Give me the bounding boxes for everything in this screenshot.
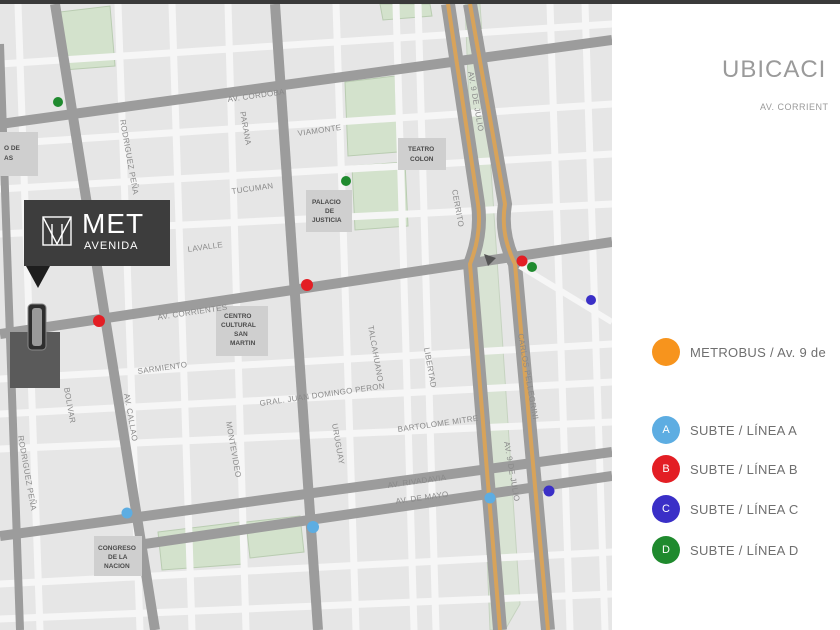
svg-text:COLON: COLON [410,156,434,163]
subte-d-badge-icon: D [652,536,680,564]
panel-title: UBICACI [722,56,827,83]
brand-subtitle: AVENIDA [84,240,139,252]
subte-a-station-saenz-pena[interactable] [307,521,319,533]
landmark-teatro-colon [398,138,446,170]
subte-b-station-carlos-pellegrini[interactable] [516,255,528,267]
subte-d-station-9-julio[interactable] [527,262,537,272]
svg-text:LAVALLE: LAVALLE [187,240,224,254]
svg-text:O DE: O DE [4,145,21,152]
subte-b-station-callao[interactable] [93,315,105,327]
subte-a-station-lima[interactable] [484,492,496,504]
location-map[interactable]: O DE AS TEATRO COLON PALACIO DE JUSTICIA… [0,4,612,630]
svg-text:PALACIO: PALACIO [312,199,341,206]
met-avenida-callout[interactable]: MET AVENIDA [24,200,170,266]
svg-text:URUGUAY: URUGUAY [330,423,346,466]
landmark-left [0,132,38,176]
svg-text:TEATRO: TEATRO [408,146,434,153]
svg-text:CERRITO: CERRITO [450,189,465,228]
legend-label: SUBTE / LÍNEA D [690,542,799,558]
svg-text:AS: AS [4,155,14,162]
legend-label: METROBUS / Av. 9 de [690,344,826,360]
subte-d-station-tribunales[interactable] [341,176,351,186]
subte-c-station-avenida-de-mayo[interactable] [543,485,555,497]
svg-text:CULTURAL: CULTURAL [221,322,256,329]
svg-text:CENTRO: CENTRO [224,313,251,320]
park-north [379,4,433,21]
svg-text:NACION: NACION [104,563,130,570]
legend-item-metrobus: METROBUS / Av. 9 de [652,338,826,366]
met-monogram-icon [42,216,72,246]
legend-item-subte-b: B SUBTE / LÍNEA B [652,455,798,483]
svg-text:JUSTICIA: JUSTICIA [312,217,342,224]
subte-b-station-uruguay[interactable] [301,279,313,291]
legend-item-subte-a: A SUBTE / LÍNEA A [652,416,797,444]
legend-label: SUBTE / LÍNEA C [690,501,799,517]
map-canvas: O DE AS TEATRO COLON PALACIO DE JUSTICIA… [0,4,612,630]
subte-c-station-diagonal[interactable] [586,295,596,305]
subte-a-station-congreso[interactable] [121,507,133,519]
subte-a-badge-icon: A [652,416,680,444]
svg-text:CONGRESO: CONGRESO [98,545,136,552]
legend-label: SUBTE / LÍNEA B [690,461,798,477]
svg-text:TUCUMAN: TUCUMAN [231,181,274,196]
svg-text:DE LA: DE LA [108,554,128,561]
metrobus-badge-icon [652,338,680,366]
subte-c-badge-icon: C [652,495,680,523]
brand-name: MET [82,208,145,239]
info-panel: UBICACI AV. CORRIENT METROBUS / Av. 9 de… [612,4,840,630]
subte-b-badge-icon: B [652,455,680,483]
svg-text:BOLIVAR: BOLIVAR [62,387,77,424]
legend-item-subte-d: D SUBTE / LÍNEA D [652,536,799,564]
legend-label: SUBTE / LÍNEA A [690,422,798,438]
svg-text:SAN: SAN [234,331,248,338]
subte-d-station-callao[interactable] [53,97,63,107]
svg-text:DE: DE [325,208,335,215]
svg-text:SARMIENTO: SARMIENTO [137,360,188,376]
callout-pointer [26,266,50,288]
legend-item-subte-c: C SUBTE / LÍNEA C [652,495,799,523]
street-diagonal [518,263,612,325]
building-marker-icon [27,303,47,351]
panel-address: AV. CORRIENT [760,102,829,112]
svg-text:MARTIN: MARTIN [230,340,256,347]
